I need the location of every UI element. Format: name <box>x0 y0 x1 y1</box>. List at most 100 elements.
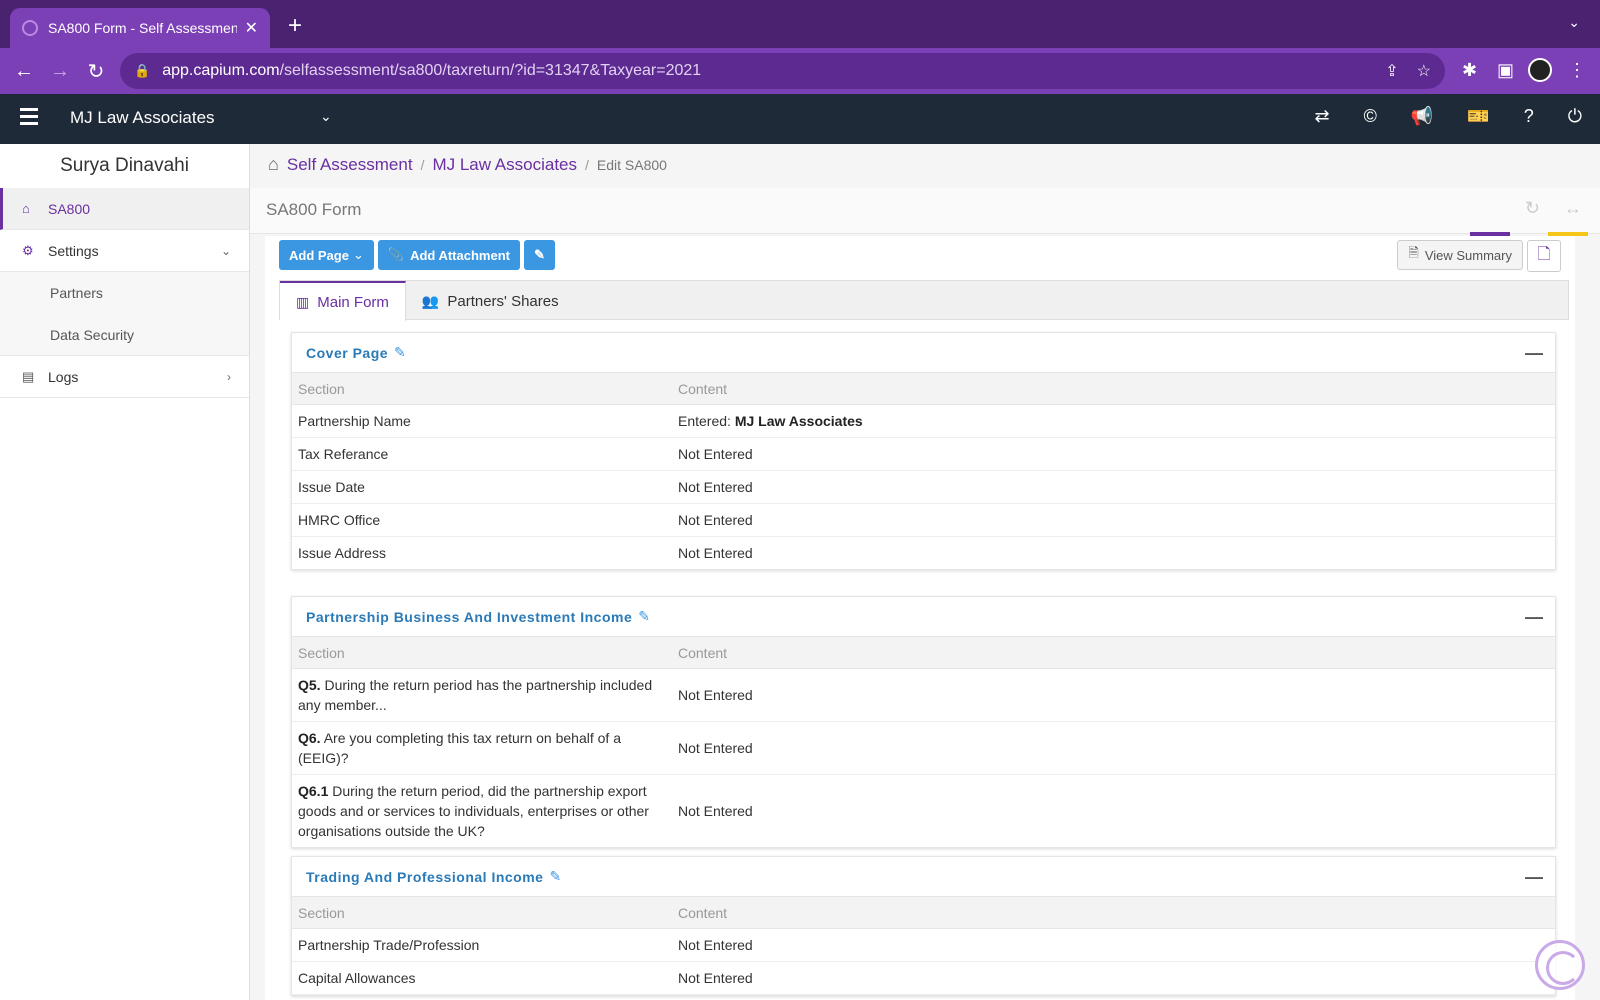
row-section: Capital Allowances <box>298 970 416 986</box>
collapse-icon[interactable]: — <box>1525 867 1543 888</box>
switch-arrows-icon[interactable]: ⇄ <box>1315 106 1330 127</box>
column-header-content: Content <box>678 904 728 921</box>
pdf-export-button[interactable]: 🗋 <box>1527 240 1561 272</box>
side-panel-icon[interactable]: ▣ <box>1497 60 1514 81</box>
tab-label: Partners' Shares <box>447 292 559 310</box>
bar-chart-icon: ▥ <box>296 293 310 310</box>
company-name[interactable]: MJ Law Associates <box>70 108 215 128</box>
entered-prefix: Entered: <box>678 413 731 429</box>
collapse-icon[interactable]: — <box>1525 343 1543 364</box>
breadcrumb-self-assessment[interactable]: Self Assessment <box>287 155 413 175</box>
capium-logo-icon[interactable]: © <box>1364 106 1377 127</box>
view-summary-label: View Summary <box>1424 247 1512 263</box>
row-section: Issue Address <box>298 545 386 561</box>
sidebar-subitem-partners[interactable]: Partners <box>0 272 249 314</box>
tab-search-chevron-icon[interactable]: ⌄ <box>1568 14 1580 31</box>
power-icon[interactable]: ⏻ <box>1568 106 1582 127</box>
question-text: Are you completing this tax return on be… <box>298 730 621 766</box>
edit-icon[interactable]: ✎ <box>638 608 650 625</box>
url-host: app.capium.com <box>162 62 280 79</box>
tab-partners-shares[interactable]: 👥 Partners' Shares <box>406 281 575 321</box>
edit-icon: ✎ <box>533 247 545 262</box>
panel-title[interactable]: Trading And Professional Income <box>306 869 543 885</box>
bookmark-star-icon[interactable]: ☆ <box>1417 61 1431 81</box>
table-row: Partnership Trade/Profession Not Entered <box>292 929 1555 962</box>
form-tabs: ▥ Main Form 👥 Partners' Shares <box>279 280 1569 321</box>
help-icon[interactable]: ? <box>1524 106 1534 127</box>
extensions-icon[interactable]: ✱ <box>1462 60 1477 81</box>
table-row: Issue Address Not Entered <box>292 537 1555 569</box>
profile-avatar[interactable] <box>1528 58 1552 82</box>
sidebar-user-name: Surya Dinavahi <box>60 155 189 176</box>
home-icon[interactable]: ⌂ <box>268 154 279 175</box>
collapse-icon[interactable]: — <box>1525 607 1543 628</box>
question-text: During the return period, did the partne… <box>298 783 649 839</box>
question-number: Q6. <box>298 730 321 746</box>
breadcrumb-separator: / <box>585 156 589 173</box>
browser-tab[interactable]: SA800 Form - Self Assessment ✕ <box>10 8 270 48</box>
table-row: HMRC Office Not Entered <box>292 504 1555 537</box>
forward-icon[interactable]: → <box>42 60 78 83</box>
refresh-icon[interactable]: ↻ <box>1525 198 1540 219</box>
close-tab-icon[interactable]: ✕ <box>245 18 258 38</box>
page-title: SA800 Form <box>266 200 362 219</box>
table-row: Issue Date Not Entered <box>292 471 1555 504</box>
hamburger-menu-icon[interactable] <box>20 108 38 125</box>
row-section: Partnership Name <box>298 413 411 429</box>
new-tab-icon[interactable]: + <box>288 12 302 40</box>
sidebar-item-logs[interactable]: ▤ Logs › <box>0 356 249 398</box>
ticket-icon[interactable]: 🎫 <box>1467 106 1489 127</box>
chevron-down-icon: ⌄ <box>220 243 231 258</box>
sidebar-subitem-data-security[interactable]: Data Security <box>0 314 249 356</box>
table-header: Section Content <box>292 373 1555 405</box>
trading-income-panel: Trading And Professional Income ✎ — Sect… <box>291 856 1556 996</box>
breadcrumb-company[interactable]: MJ Law Associates <box>432 155 577 175</box>
view-summary-button[interactable]: 🗎 View Summary <box>1397 240 1523 270</box>
row-content: Entered: MJ Law Associates <box>672 407 1555 435</box>
sidebar-item-label: Settings <box>48 242 99 259</box>
edit-icon[interactable]: ✎ <box>394 344 406 361</box>
app-header: MJ Law Associates ⌄ ⇄ © 📢 🎫 ? ⏻ <box>0 94 1600 144</box>
browser-toolbar: ← → ↻ 🔒 app.capium.com/selfassessment/sa… <box>0 48 1600 94</box>
expand-width-icon[interactable]: ↔ <box>1564 198 1582 219</box>
share-icon[interactable]: ⇪ <box>1385 61 1398 81</box>
column-header-content: Content <box>678 644 728 661</box>
company-dropdown-chevron-icon[interactable]: ⌄ <box>320 108 332 125</box>
sidebar-item-sa800[interactable]: ⌂ SA800 <box>0 188 249 230</box>
sidebar-item-settings[interactable]: ⚙ Settings ⌄ <box>0 230 249 272</box>
panel-title[interactable]: Cover Page <box>306 345 388 361</box>
sidebar-item-label: Logs <box>48 368 79 385</box>
browser-menu-icon[interactable]: ⋮ <box>1568 60 1586 81</box>
add-attachment-button[interactable]: 📎 Add Attachment <box>377 240 520 270</box>
add-page-button[interactable]: Add Page ⌄ <box>279 240 374 270</box>
cover-page-panel: Cover Page ✎ — Section Content Partnersh… <box>291 332 1556 570</box>
panel-title[interactable]: Partnership Business And Investment Inco… <box>306 609 632 625</box>
breadcrumb-current: Edit SA800 <box>596 156 667 173</box>
tab-main-form[interactable]: ▥ Main Form <box>280 281 406 321</box>
row-content: Not Entered <box>678 803 753 819</box>
row-section: Partnership Trade/Profession <box>298 937 480 953</box>
edit-button[interactable]: ✎ <box>523 240 555 270</box>
row-content: Not Entered <box>678 687 753 703</box>
table-header: Section Content <box>292 637 1555 669</box>
back-icon[interactable]: ← <box>6 60 42 83</box>
panel-header: Cover Page ✎ — <box>292 333 1555 373</box>
address-bar[interactable]: 🔒 app.capium.com/selfassessment/sa800/ta… <box>120 53 1445 89</box>
table-row: Q5. During the return period has the par… <box>292 669 1555 722</box>
add-attachment-label: Add Attachment <box>410 247 510 263</box>
entered-value: MJ Law Associates <box>734 413 863 429</box>
question-number: Q5. <box>298 677 321 693</box>
sidebar-item-label: SA800 <box>48 200 91 217</box>
megaphone-icon[interactable]: 📢 <box>1411 106 1433 127</box>
sidebar: Surya Dinavahi ⌂ SA800 ⚙ Settings ⌄ Part… <box>0 144 250 1000</box>
row-content: Not Entered <box>678 545 753 561</box>
breadcrumb: ⌂ Self Assessment / MJ Law Associates / … <box>268 154 667 175</box>
column-header-section: Section <box>298 644 345 661</box>
paperclip-icon: 📎 <box>387 247 405 262</box>
edit-icon[interactable]: ✎ <box>549 868 561 885</box>
capium-chat-logo-icon[interactable] <box>1535 940 1585 990</box>
row-section: Q6. Are you completing this tax return o… <box>292 722 672 774</box>
reload-icon[interactable]: ↻ <box>78 59 114 84</box>
column-header-section: Section <box>298 380 345 397</box>
browser-tabstrip: SA800 Form - Self Assessment ✕ + ⌄ <box>0 0 1600 48</box>
